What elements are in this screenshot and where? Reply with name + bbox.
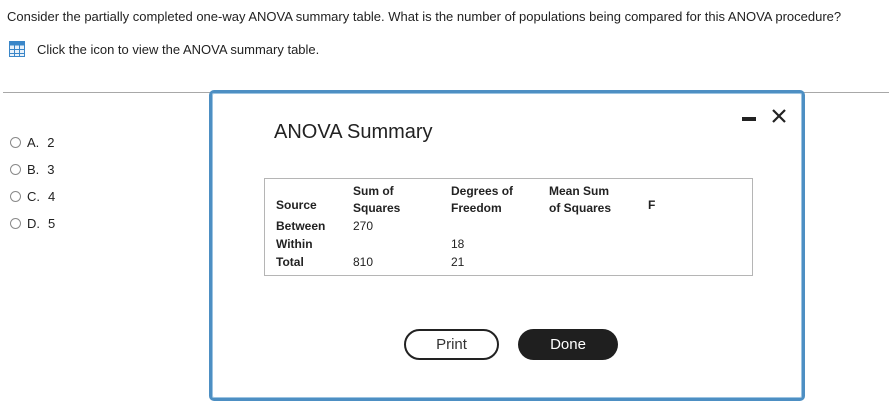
answer-value: 5 bbox=[48, 216, 56, 231]
hint-row: Click the icon to view the ANOVA summary… bbox=[9, 41, 319, 57]
radio-button[interactable] bbox=[10, 137, 21, 148]
answer-letter: A. bbox=[27, 135, 40, 150]
answer-value: 3 bbox=[47, 162, 55, 177]
answer-option-b[interactable]: B. 3 bbox=[10, 156, 55, 183]
radio-button[interactable] bbox=[10, 164, 21, 175]
answer-option-c[interactable]: C. 4 bbox=[10, 183, 55, 210]
close-icon[interactable] bbox=[770, 107, 788, 125]
header-sum-of-squares-line2: Squares bbox=[353, 201, 401, 215]
header-f: F bbox=[648, 198, 656, 212]
row-total-df: 21 bbox=[451, 255, 465, 269]
radio-button[interactable] bbox=[10, 218, 21, 229]
row-within-df: 18 bbox=[451, 237, 465, 251]
header-source: Source bbox=[276, 198, 317, 212]
dialog-title: ANOVA Summary bbox=[274, 121, 433, 143]
question-text: Consider the partially completed one-way… bbox=[7, 9, 842, 24]
answer-letter: B. bbox=[27, 162, 40, 177]
answer-option-d[interactable]: D. 5 bbox=[10, 210, 55, 237]
row-between-ss: 270 bbox=[353, 219, 374, 233]
table-icon[interactable] bbox=[9, 41, 25, 57]
answer-value: 4 bbox=[48, 189, 56, 204]
minimize-icon[interactable] bbox=[742, 117, 756, 121]
radio-button[interactable] bbox=[10, 191, 21, 202]
done-button[interactable]: Done bbox=[518, 329, 618, 360]
anova-summary-dialog: ANOVA Summary Source Sum of Squares Degr… bbox=[209, 90, 805, 401]
answer-letter: D. bbox=[27, 216, 40, 231]
answer-value: 2 bbox=[47, 135, 55, 150]
header-mean-sum-line1: Mean Sum bbox=[549, 184, 610, 198]
answer-option-a[interactable]: A. 2 bbox=[10, 129, 55, 156]
anova-table: Source Sum of Squares Degrees of Freedom… bbox=[264, 178, 753, 276]
print-button[interactable]: Print bbox=[404, 329, 499, 360]
header-sum-of-squares-line1: Sum of bbox=[353, 184, 394, 198]
answer-options: A. 2 B. 3 C. 4 D. 5 bbox=[10, 129, 55, 237]
header-mean-sum-line2: of Squares bbox=[549, 201, 612, 215]
answer-letter: C. bbox=[27, 189, 40, 204]
row-within-source: Within bbox=[276, 237, 313, 251]
row-between-source: Between bbox=[276, 219, 326, 233]
hint-text[interactable]: Click the icon to view the ANOVA summary… bbox=[37, 42, 319, 57]
row-total-source: Total bbox=[276, 255, 304, 269]
row-total-ss: 810 bbox=[353, 255, 374, 269]
header-degrees-of-freedom-line2: Freedom bbox=[451, 201, 502, 215]
header-degrees-of-freedom-line1: Degrees of bbox=[451, 184, 514, 198]
